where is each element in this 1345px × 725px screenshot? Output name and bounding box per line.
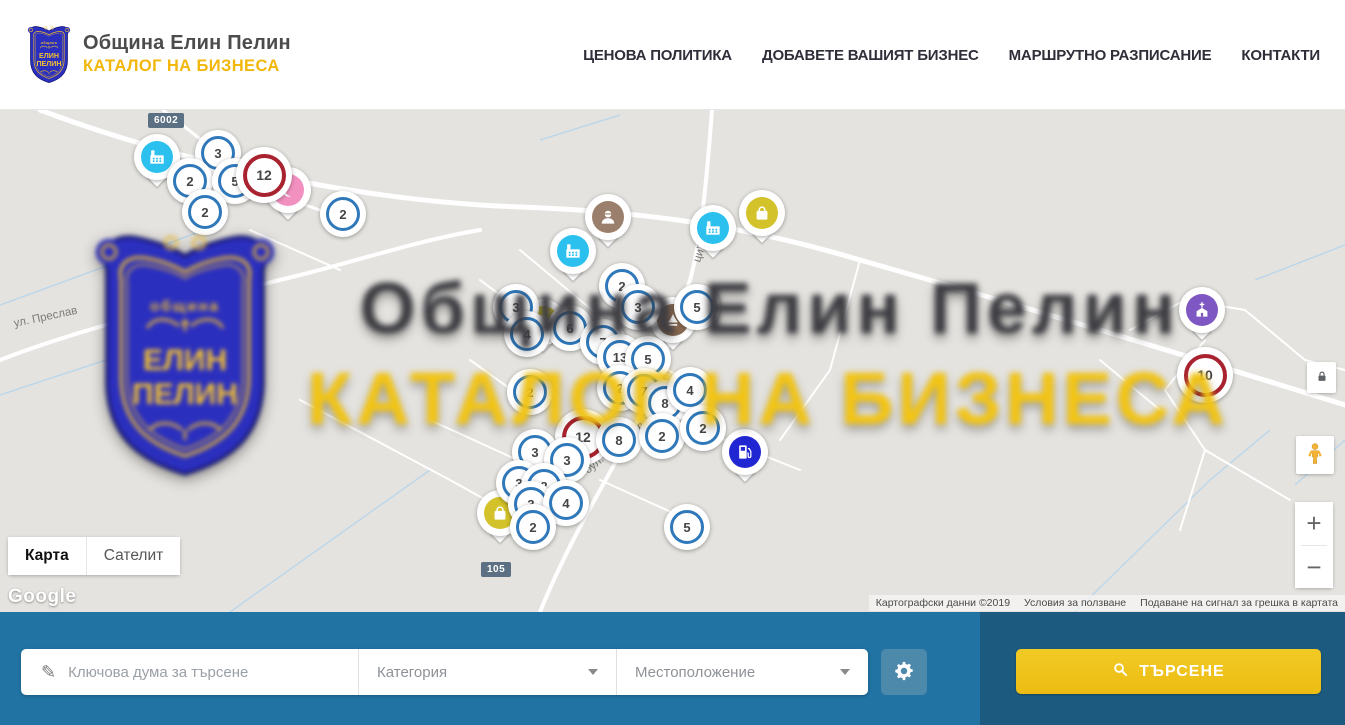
map-pin-factory[interactable] (690, 205, 736, 251)
cluster-count: 12 (256, 167, 272, 183)
search-icon (1112, 661, 1129, 683)
map-attribution: Картографски данни ©2019 Условия за полз… (869, 595, 1345, 611)
nav-item[interactable]: ЦЕНОВА ПОЛИТИКА (583, 47, 732, 64)
attribution-terms-link[interactable]: Условия за ползване (1017, 595, 1133, 611)
keyword-input[interactable] (68, 664, 358, 681)
map-cluster-marker[interactable]: 2 (182, 189, 228, 235)
attribution-data: Картографски данни ©2019 (869, 595, 1017, 611)
cluster-count: 2 (658, 429, 665, 444)
map-pin-fuel[interactable] (722, 429, 768, 475)
cluster-count: 3 (531, 445, 538, 460)
church-icon (1186, 294, 1218, 326)
map-canvas[interactable]: Карта Сателит Google Картографски данни … (0, 110, 1345, 612)
cluster-count: 5 (693, 300, 700, 315)
cluster-count: 10 (1197, 367, 1213, 383)
map-cluster-marker[interactable]: 2 (639, 413, 685, 459)
map-cluster-marker[interactable]: 2 (680, 405, 726, 451)
factory-icon (697, 212, 729, 244)
category-select[interactable]: Категория (358, 649, 616, 695)
zoom-in-button[interactable]: + (1295, 502, 1333, 545)
cluster-count: 2 (699, 421, 706, 436)
maptype-control: Карта Сателит (8, 537, 180, 575)
map-cluster-marker[interactable]: 4 (504, 311, 550, 357)
municipality-crest-icon: община ЕЛИН ПЕЛИН (25, 22, 73, 86)
pencil-icon: ✎ (41, 662, 56, 683)
cluster-count: 6 (566, 321, 573, 336)
road-shield: 6002 (148, 113, 184, 128)
svg-text:община: община (41, 41, 58, 45)
svg-text:ПЕЛИН: ПЕЛИН (36, 60, 61, 68)
factory-icon (141, 141, 173, 173)
brand-logo-link[interactable]: община ЕЛИН ПЕЛИН Община Елин Пелин КАТА… (25, 22, 291, 86)
gear-icon (893, 660, 915, 685)
site-subtitle: КАТАЛОГ НА БИЗНЕСА (83, 57, 291, 76)
chevron-down-icon (588, 669, 598, 675)
cluster-count: 3 (214, 146, 221, 161)
svg-text:ЕЛИН: ЕЛИН (39, 52, 59, 60)
location-select[interactable]: Местоположение (616, 649, 868, 695)
site-header: община ЕЛИН ПЕЛИН Община Елин Пелин КАТА… (0, 0, 1345, 110)
cluster-count: 2 (201, 205, 208, 220)
map-pin-bag[interactable] (739, 190, 785, 236)
search-button[interactable]: ТЪРСЕНЕ (1016, 649, 1321, 694)
maptype-map-button[interactable]: Карта (8, 537, 86, 575)
nav-item[interactable]: КОНТАКТИ (1241, 47, 1320, 64)
search-button-label: ТЪРСЕНЕ (1139, 663, 1224, 681)
cluster-count: 2 (529, 520, 536, 535)
map-cluster-marker[interactable]: 8 (596, 417, 642, 463)
fullscreen-lock-button[interactable] (1307, 362, 1336, 393)
fuel-icon (729, 436, 761, 468)
location-select-label: Местоположение (635, 664, 755, 681)
map-cluster-marker[interactable]: 2 (507, 369, 553, 415)
cluster-count: 8 (615, 433, 622, 448)
factory-icon (557, 235, 589, 267)
search-bar: ТЪРСЕНЕ ✎ Категория Местоположение (0, 612, 1345, 725)
maptype-satellite-button[interactable]: Сателит (86, 537, 180, 575)
main-nav: ЦЕНОВА ПОЛИТИКА ДОБАВЕТЕ ВАШИЯТ БИЗНЕС МАР… (583, 0, 1320, 110)
cluster-count: 4 (562, 496, 569, 511)
map-cluster-marker[interactable]: 10 (1177, 347, 1233, 403)
lock-icon (1315, 369, 1329, 387)
map-pin-factory[interactable] (550, 228, 596, 274)
map-cluster-marker[interactable]: 2 (510, 504, 556, 550)
cluster-count: 2 (526, 385, 533, 400)
search-submit-panel: ТЪРСЕНЕ (980, 612, 1345, 725)
category-select-label: Категория (377, 664, 447, 681)
cluster-count: 4 (523, 327, 530, 342)
pegman-icon (1303, 442, 1327, 469)
worker-icon (592, 201, 624, 233)
zoom-out-button[interactable]: − (1295, 546, 1333, 589)
cluster-count: 2 (186, 174, 193, 189)
map-cluster-marker[interactable]: 2 (320, 191, 366, 237)
cluster-count: 5 (644, 352, 651, 367)
nav-item[interactable]: ДОБАВЕТЕ ВАШИЯТ БИЗНЕС (762, 47, 979, 64)
map-pin-church[interactable] (1179, 287, 1225, 333)
cluster-count: 4 (686, 383, 693, 398)
map-cluster-marker[interactable]: 12 (236, 147, 292, 203)
streetview-pegman-button[interactable] (1296, 436, 1334, 474)
nav-item[interactable]: МАРШРУТНО РАЗПИСАНИЕ (1009, 47, 1212, 64)
cluster-count: 3 (563, 453, 570, 468)
attribution-report-link[interactable]: Подаване на сигнал за грешка в картата (1133, 595, 1345, 611)
site-title: Община Елин Пелин (83, 32, 291, 55)
road-shield: 105 (481, 562, 511, 577)
cluster-count: 2 (339, 207, 346, 222)
map-cluster-marker[interactable]: 3 (615, 284, 661, 330)
cluster-count: 5 (683, 520, 690, 535)
map-cluster-marker[interactable]: 5 (674, 284, 720, 330)
google-logo[interactable]: Google (8, 586, 76, 608)
keyword-field-wrap: ✎ (21, 649, 358, 695)
search-fields-group: ✎ Категория Местоположение (21, 649, 868, 695)
advanced-settings-button[interactable] (881, 649, 927, 695)
map-cluster-marker[interactable]: 5 (664, 504, 710, 550)
zoom-control: + − (1295, 502, 1333, 588)
cluster-count: 3 (634, 300, 641, 315)
chevron-down-icon (840, 669, 850, 675)
bag-icon (746, 197, 778, 229)
